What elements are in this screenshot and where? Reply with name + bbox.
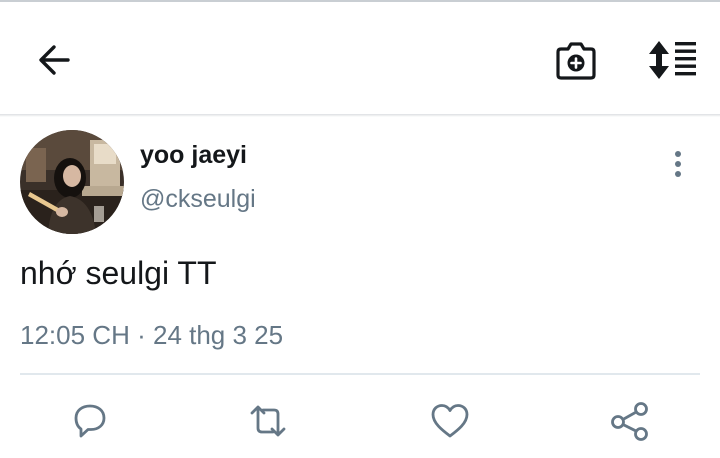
tweet-detail: yoo jaeyi @ckseulgi nhớ seulgi TT 12:05 … <box>0 117 720 458</box>
display-name[interactable]: yoo jaeyi <box>140 139 247 171</box>
heart-icon <box>431 404 469 438</box>
camera-button[interactable] <box>552 36 600 84</box>
back-button[interactable] <box>30 40 82 80</box>
retweet-icon <box>250 405 286 437</box>
camera-add-icon <box>556 42 596 80</box>
user-handle[interactable]: @ckseulgi <box>140 183 256 215</box>
comment-icon <box>74 404 106 438</box>
meta-separator: · <box>137 320 146 350</box>
arrow-left-icon <box>39 45 70 75</box>
tweet-time: 12:05 CH <box>20 320 130 350</box>
more-options-button[interactable] <box>664 149 692 181</box>
avatar[interactable] <box>20 130 124 234</box>
reply-button[interactable] <box>68 399 112 443</box>
sort-order-icon <box>649 41 696 79</box>
app-toolbar <box>0 2 720 114</box>
divider <box>20 373 700 375</box>
profile-photo <box>20 130 124 234</box>
tweet-text: nhớ seulgi TT <box>20 255 217 291</box>
share-icon <box>611 402 648 441</box>
tweet-date: 24 thg 3 25 <box>152 320 284 350</box>
like-button[interactable] <box>428 399 472 443</box>
share-button[interactable] <box>608 399 652 443</box>
retweet-button[interactable] <box>246 399 290 443</box>
more-vertical-icon <box>675 151 681 177</box>
sort-button[interactable] <box>644 36 700 84</box>
tweet-timestamp: 12:05 CH · 24 thg 3 25 <box>20 318 283 352</box>
